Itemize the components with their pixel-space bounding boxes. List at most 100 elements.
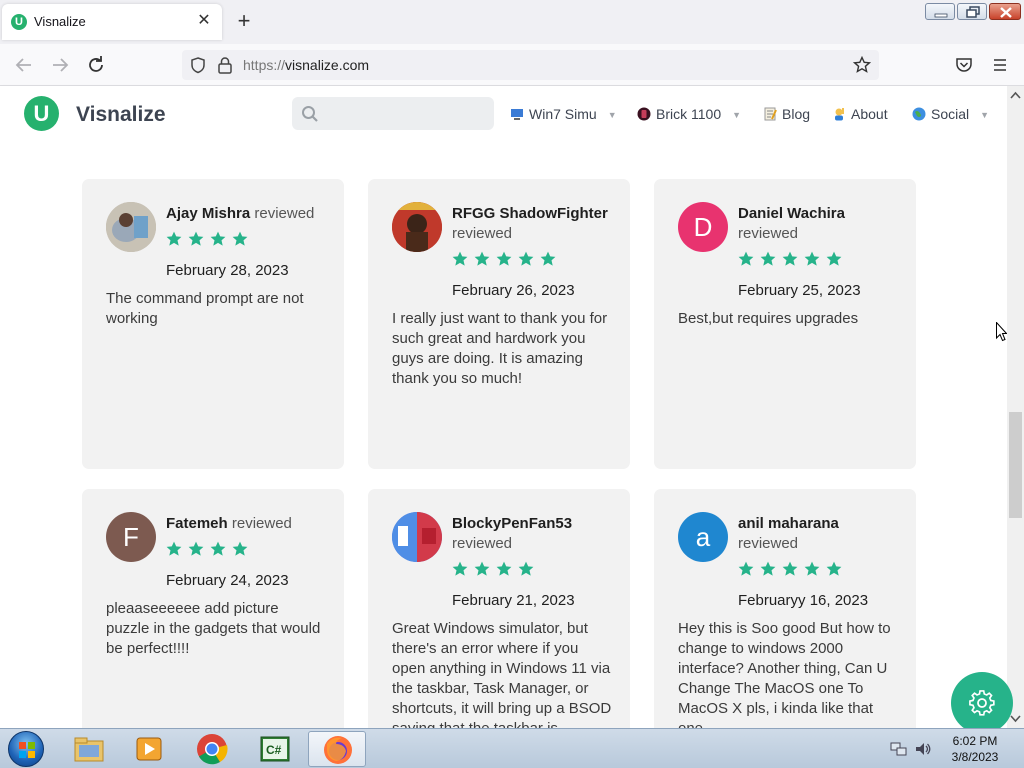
browser-tab[interactable]: U Visnalize ✕: [2, 4, 222, 40]
memo-icon: [764, 107, 777, 121]
star-icon: [210, 541, 226, 557]
review-text: Best,but requires upgrades: [678, 310, 859, 327]
tab-title: Visnalize: [34, 14, 86, 29]
site-header: U Visnalize Win7 Simu ▼ Brick 1100 ▼ Blog …: [0, 86, 1007, 150]
taskbar-firefox[interactable]: [308, 731, 366, 767]
reviewer-name[interactable]: RFGG ShadowFighter: [452, 205, 608, 222]
reviewer-line: BlockyPenFan53 reviewed: [452, 514, 622, 554]
reviewer-line: Daniel Wachira reviewed: [738, 204, 908, 244]
reviewer-name[interactable]: Daniel Wachira: [738, 205, 845, 222]
star-icon: [474, 561, 490, 577]
logo-letter: U: [33, 101, 50, 126]
site-search-input[interactable]: [324, 102, 484, 125]
reviewer-line: Fatemeh reviewed: [166, 514, 336, 534]
browser-navbar: https://visnalize.com: [0, 44, 1024, 86]
chevron-down-icon: ▼: [980, 110, 990, 120]
reload-icon[interactable]: [85, 54, 107, 76]
star-icon: [188, 231, 204, 247]
nav-win7-simu[interactable]: Win7 Simu ▼: [510, 106, 617, 122]
start-button[interactable]: [8, 731, 44, 767]
monitor-icon: [511, 109, 523, 120]
nav-about[interactable]: About: [832, 106, 888, 122]
chevron-down-icon: ▼: [732, 110, 742, 120]
clock[interactable]: 6:02 PM 3/8/2023: [945, 733, 1005, 765]
nav-brick-1100[interactable]: Brick 1100 ▼: [637, 106, 741, 122]
star-icon: [474, 251, 490, 267]
star-rating: [166, 541, 254, 562]
nav-social[interactable]: Social ▼: [912, 106, 989, 122]
review-text: The command prompt are not working: [106, 290, 304, 327]
taskbar-media-player[interactable]: [120, 731, 178, 767]
review-card: F Fatemeh reviewed February 24, 2023 ple…: [82, 489, 344, 728]
reviewer-name[interactable]: Ajay Mishra: [166, 205, 250, 222]
forward-icon[interactable]: [49, 54, 71, 76]
star-icon: [826, 251, 842, 267]
review-date: February 21, 2023: [452, 592, 575, 609]
taskbar-chrome[interactable]: [183, 731, 241, 767]
window-restore-button[interactable]: [957, 3, 987, 20]
reviewer-name[interactable]: Fatemeh: [166, 515, 228, 532]
star-icon: [782, 251, 798, 267]
star-icon: [826, 561, 842, 577]
window-close-button[interactable]: [989, 3, 1021, 20]
site-search-box[interactable]: [292, 97, 494, 130]
media-player-icon: [136, 737, 162, 761]
site-brand[interactable]: Visnalize: [76, 103, 166, 127]
avatar: F: [106, 512, 156, 562]
url-text[interactable]: https://visnalize.com: [243, 57, 369, 73]
review-date: Februaryy 16, 2023: [738, 592, 869, 609]
star-icon: [738, 561, 754, 577]
lock-icon[interactable]: [217, 56, 233, 74]
star-icon: [782, 561, 798, 577]
reviews-section: Ajay Mishra reviewed February 28, 2023 T…: [0, 150, 1007, 728]
settings-gear-button[interactable]: [951, 672, 1013, 734]
clock-time: 6:02 PM: [952, 734, 998, 748]
menu-icon[interactable]: [991, 56, 1009, 74]
taskbar-csharp-app[interactable]: C#: [246, 731, 304, 767]
bookmark-star-icon[interactable]: [853, 56, 871, 74]
firefox-icon: [324, 736, 352, 764]
back-icon[interactable]: [13, 54, 35, 76]
shield-icon[interactable]: [189, 56, 207, 74]
reviewer-photo-icon: [392, 512, 442, 562]
brick-phone-icon: [637, 107, 651, 121]
page-scrollbar[interactable]: [1007, 86, 1024, 728]
network-icon[interactable]: [890, 741, 908, 757]
star-icon: [232, 541, 248, 557]
taskbar-explorer[interactable]: [60, 731, 118, 767]
chrome-icon: [197, 734, 228, 765]
windows-logo-icon: [19, 742, 35, 758]
visnalize-logo-icon[interactable]: U: [24, 96, 59, 131]
pocket-icon[interactable]: [955, 56, 973, 74]
mouse-cursor-icon: [996, 322, 1007, 342]
review-date: February 25, 2023: [738, 282, 861, 299]
window-minimize-button[interactable]: [925, 3, 955, 20]
reviewed-label: reviewed: [254, 205, 315, 222]
nav-label: Brick 1100: [656, 106, 722, 122]
review-card: a anil maharana reviewed Februaryy 16, 20…: [654, 489, 916, 728]
reviewer-name[interactable]: anil maharana: [738, 515, 839, 532]
volume-icon[interactable]: [914, 741, 932, 757]
star-icon: [496, 561, 512, 577]
review-card: BlockyPenFan53 reviewed February 21, 2023…: [368, 489, 630, 728]
avatar: [392, 512, 442, 562]
url-bar[interactable]: https://visnalize.com: [182, 50, 879, 80]
scroll-down-icon[interactable]: [1010, 713, 1021, 724]
review-text: I really just want to thank you for such…: [392, 310, 608, 387]
scroll-up-icon[interactable]: [1010, 90, 1021, 101]
tab-close-icon[interactable]: ✕: [194, 11, 214, 31]
star-rating: [452, 561, 540, 582]
avatar: [392, 202, 442, 252]
star-icon: [804, 251, 820, 267]
review-card: D Daniel Wachira reviewed February 25, 20…: [654, 179, 916, 469]
nav-label: About: [851, 106, 888, 122]
star-icon: [518, 251, 534, 267]
star-icon: [166, 541, 182, 557]
reviewer-name[interactable]: BlockyPenFan53: [452, 515, 572, 532]
star-icon: [518, 561, 534, 577]
star-icon: [232, 231, 248, 247]
new-tab-plus-icon[interactable]: +: [232, 9, 256, 33]
scroll-thumb[interactable]: [1009, 412, 1022, 518]
windows-taskbar: C# 6:02 PM 3/8/2023: [0, 728, 1024, 768]
nav-blog[interactable]: Blog: [763, 106, 810, 122]
